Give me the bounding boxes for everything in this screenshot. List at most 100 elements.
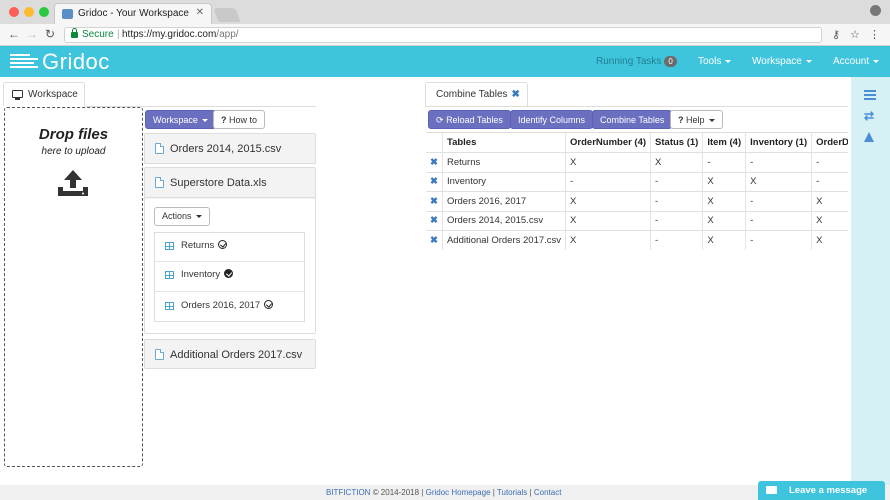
leave-message-button[interactable]: Leave a message [758,481,885,500]
table-cell: X [702,191,747,212]
table-grid-icon [165,242,174,250]
back-icon[interactable]: ← [8,27,20,41]
workspace-menu[interactable]: Workspace [752,56,812,67]
gridoc-logo-icon[interactable] [10,53,38,70]
table-header-cell: Inventory (1) [745,133,813,153]
help-button-label: Help [686,115,705,125]
table-cell: X [565,211,652,231]
right-sidebar: ⇄ [851,77,890,485]
reload-tables-button[interactable]: ⟳ Reload Tables [428,110,511,129]
tools-menu[interactable]: Tools [698,56,732,67]
file-item[interactable]: Orders 2014, 2015.csv [144,133,316,164]
remove-row-icon[interactable]: ✖ [426,211,443,231]
remove-row-icon[interactable]: ✖ [426,152,443,173]
table-grid-icon [165,302,174,310]
url-host: https://my.gridoc.com [122,29,217,40]
account-menu[interactable]: Account [833,56,880,67]
url-field[interactable]: Secure | https://my.gridoc.com/app/ [64,27,822,43]
sheet-item-returns[interactable]: Returns [155,233,304,262]
table-row: ✖ Inventory - - X X - [426,172,848,192]
workspace-dropdown-button[interactable]: Workspace [145,110,216,129]
copyright-text: © 2014-2018 | [372,488,424,497]
account-menu-label: Account [833,56,870,67]
maximize-window-button[interactable] [39,7,49,17]
running-tasks-link[interactable]: Running Tasks 0 [596,56,677,67]
file-icon [155,143,164,154]
table-header-cell: OrderNumber (4) [565,133,652,153]
howto-button[interactable]: ? How to [213,110,266,129]
table-cell: X [702,211,747,231]
forward-icon[interactable]: → [26,27,38,41]
remove-row-icon[interactable]: ✖ [426,230,443,250]
file-item-header[interactable]: Additional Orders 2017.csv [145,340,315,370]
sheet-item-inventory[interactable]: Inventory [155,262,304,292]
new-tab-button[interactable] [213,8,241,22]
table-header-cell: Status (1) [650,133,704,153]
table-cell: - [565,172,652,192]
remove-row-icon[interactable]: ✖ [426,191,443,212]
file-icon [155,177,164,188]
identify-columns-label: Identify Columns [518,115,586,125]
table-cell: X [702,230,747,250]
chevron-down-icon [201,119,208,123]
flask-icon[interactable] [864,132,876,144]
tools-menu-label: Tools [698,56,722,67]
combine-tables-label: Combine Tables [600,115,665,125]
sheet-label-text: Orders 2016, 2017 [181,300,261,311]
chevron-down-icon [725,59,732,63]
actions-dropdown-button[interactable]: Actions [154,207,210,226]
app-navbar: Gridoc Running Tasks 0 Tools Workspace Ac… [0,46,890,77]
table-header-cell: OrderD [811,133,848,153]
chevron-down-icon [873,59,880,63]
table-cell: - [650,230,704,250]
combine-tables-button[interactable]: Combine Tables [592,110,673,129]
table-cell: - [811,172,848,192]
table-cell: X [565,191,652,212]
table-cell: X [811,211,848,231]
gridoc-logo-text[interactable]: Gridoc [42,49,110,75]
workspace-tab[interactable]: Workspace [3,82,85,106]
reload-icon[interactable]: ↻ [45,27,55,41]
menu-icon[interactable]: ⋮ [869,28,880,41]
table-cell: X [650,152,704,173]
homepage-link[interactable]: Gridoc Homepage [426,488,491,497]
footer-separator: | [529,488,532,497]
table-header-remove [426,133,443,153]
lock-icon [71,28,78,38]
file-item-header[interactable]: Superstore Data.xls [145,168,315,198]
identify-columns-button[interactable]: Identify Columns [510,110,594,129]
company-link[interactable]: BITFICTION [326,488,370,497]
leave-message-label: Leave a message [789,485,868,496]
remove-row-icon[interactable]: ✖ [426,172,443,192]
reload-icon: ⟳ [436,115,444,125]
close-window-button[interactable] [9,7,19,17]
close-tab-icon[interactable]: ✕ [196,7,204,18]
chevron-down-icon [708,119,715,123]
file-item[interactable]: Additional Orders 2017.csv [144,339,316,369]
help-dropdown-button[interactable]: ? Help [670,110,723,129]
tab-combine-tables[interactable]: Combine Tables ✖ [425,82,528,106]
key-icon[interactable]: ⚷ [832,28,840,41]
close-tab-icon[interactable]: ✖ [512,89,520,100]
url-path: /app/ [216,29,239,40]
swap-arrows-icon[interactable]: ⇄ [864,110,876,122]
table-cell: X [565,230,652,250]
star-icon[interactable]: ☆ [850,28,860,41]
contact-link[interactable]: Contact [534,488,562,497]
list-icon[interactable] [864,89,876,101]
browser-tab-title: Gridoc - Your Workspace [78,8,189,19]
sheet-item-orders-2016-2017[interactable]: Orders 2016, 2017 [155,292,304,322]
browser-tab[interactable]: Gridoc - Your Workspace ✕ [54,3,212,24]
table-cell: - [650,211,704,231]
file-drop-zone[interactable]: Drop files here to upload [4,107,143,467]
profile-icon[interactable] [870,5,881,16]
table-row: ✖ Additional Orders 2017.csv X - X - X [426,230,848,250]
table-row: ✖ Orders 2016, 2017 X - X - X [426,191,848,212]
file-item-header[interactable]: Orders 2014, 2015.csv [145,134,315,164]
minimize-window-button[interactable] [24,7,34,17]
workspace-button-label: Workspace [153,115,198,125]
table-header-cell: Item (4) [702,133,747,153]
chevron-down-icon [195,215,202,219]
table-cell: Additional Orders 2017.csv [442,230,567,250]
tutorials-link[interactable]: Tutorials [497,488,527,497]
